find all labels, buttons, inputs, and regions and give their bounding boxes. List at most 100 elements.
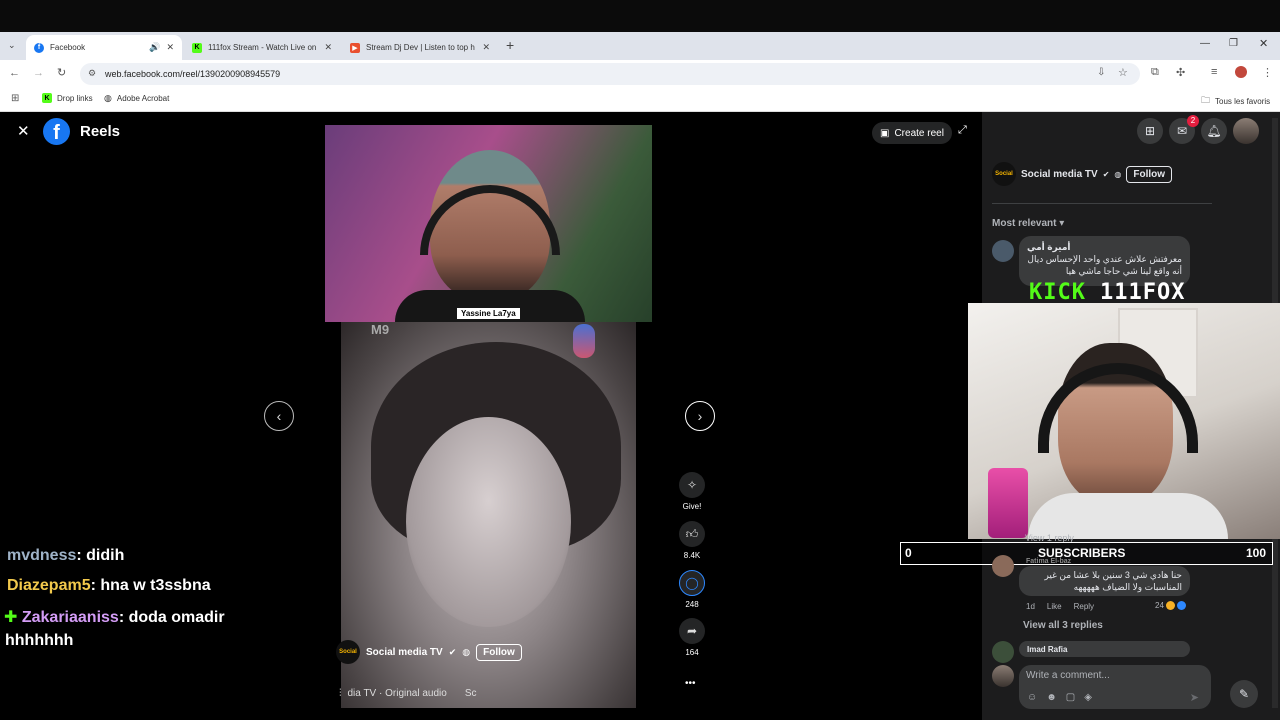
give-star-action[interactable]: ✧ Give! <box>667 472 717 511</box>
page-name[interactable]: Social media TV <box>1021 169 1098 180</box>
close-window-icon[interactable]: ✕ <box>1259 37 1268 50</box>
restore-icon[interactable]: ❐ <box>1229 38 1238 49</box>
like-count: 8.4K <box>683 551 701 560</box>
person-face <box>406 417 571 627</box>
sticker-icon[interactable]: ◈ <box>1084 692 1092 703</box>
install-app-icon[interactable]: ⇩ <box>1097 67 1105 78</box>
reel-icon: ▣ <box>880 127 890 139</box>
chat-text: : didih <box>76 547 125 564</box>
bookmark-drop-links[interactable]: K Drop links <box>42 93 93 103</box>
site-info-icon[interactable]: ⚙ <box>88 68 96 79</box>
comment-bubble: أميرة أمي معرفتش علاش عندي واحد الإحساس … <box>1019 236 1190 286</box>
next-reel-button[interactable]: › <box>685 401 715 431</box>
reload-icon[interactable]: ↻ <box>57 66 66 79</box>
bookmark-star-icon[interactable]: ☆ <box>1118 66 1128 79</box>
tab-title: Facebook <box>50 43 86 52</box>
close-tab-icon[interactable]: ✕ <box>324 42 332 53</box>
new-message-icon[interactable]: ✎ <box>1230 680 1258 708</box>
bookmark-label: Adobe Acrobat <box>116 94 170 103</box>
bookmark-adobe-acrobat[interactable]: ◍ Adobe Acrobat <box>104 93 169 104</box>
comment-icon: ◯ <box>679 570 705 596</box>
kick-favicon-icon: K <box>192 42 202 53</box>
share-action[interactable]: ➦ 164 <box>667 618 717 657</box>
comment-author[interactable]: Imad Rafia <box>1027 645 1067 654</box>
create-reel-button[interactable]: ▣ Create reel <box>872 122 952 144</box>
music-favicon-icon: ▶ <box>350 42 360 53</box>
like-icon: 👍︎ <box>679 521 705 547</box>
reaction-count[interactable]: 24 <box>1155 601 1186 610</box>
chat-username: Diazepam5 <box>7 577 91 594</box>
my-avatar <box>992 665 1014 687</box>
notifications-bell-icon[interactable]: 🔔︎ <box>1201 118 1227 144</box>
view-all-replies-link[interactable]: View all 3 replies <box>1023 620 1103 631</box>
channel-row: Social Social media TV ✔ ◍ Follow <box>336 640 522 664</box>
comment-author[interactable]: Fatima El-baz <box>1026 558 1071 565</box>
laugh-reaction-icon <box>1165 601 1175 610</box>
chat-message: Diazepam5: hna w t3ssbna <box>7 577 211 595</box>
commenter-avatar[interactable] <box>992 555 1014 577</box>
comment-action[interactable]: ◯ 248 <box>667 570 717 609</box>
extension-icon[interactable]: ⧉ <box>1151 66 1159 79</box>
emoji-icon[interactable]: ☻ <box>1046 692 1057 703</box>
tab-111fox[interactable]: K 111fox Stream - Watch Live on ✕ <box>184 35 340 60</box>
all-bookmarks[interactable]: 🗀 Tous les favoris <box>1201 93 1270 109</box>
back-icon[interactable]: ← <box>9 67 20 79</box>
page-header-row: Social Social media TV ✔ ◍ Follow <box>992 162 1173 186</box>
commenter-avatar[interactable] <box>992 641 1014 663</box>
forward-icon[interactable]: → <box>33 67 44 79</box>
like-link[interactable]: Like <box>1047 602 1062 611</box>
profile-icon[interactable] <box>1235 66 1247 78</box>
microphone-icon <box>988 468 1028 538</box>
comment-input[interactable]: Write a comment... <box>1026 670 1110 681</box>
audio-row[interactable]: ⫶ dia TV · Original audio Sc <box>339 688 476 699</box>
fullscreen-icon[interactable]: ⤢ <box>958 124 967 137</box>
subscriber-goal: 100 <box>1246 546 1267 560</box>
sort-dropdown[interactable]: Most relevant ▾ <box>992 218 1064 229</box>
action-label: Give! <box>682 502 702 511</box>
chat-username: mvdness <box>7 547 77 564</box>
gif-icon[interactable]: ▢ <box>1066 692 1075 703</box>
bookmark-label: Drop links <box>57 93 93 103</box>
channel-name[interactable]: Social media TV <box>366 647 443 658</box>
tab-stream-dj-dev[interactable]: ▶ Stream Dj Dev | Listen to top h ✕ <box>342 35 498 60</box>
reaction-number: 24 <box>1155 601 1164 610</box>
avatar-sticker-icon[interactable]: ☺ <box>1027 692 1037 703</box>
comment-author[interactable]: أميرة أمي <box>1027 242 1182 253</box>
chat-text: : doda omadir <box>118 609 225 626</box>
comment-time: 1d <box>1026 602 1035 611</box>
close-tab-icon[interactable]: ✕ <box>482 42 490 53</box>
url-text: web.facebook.com/reel/1390200908945579 <box>105 69 281 79</box>
more-options-icon[interactable]: ••• <box>685 678 696 689</box>
comment-text: معرفتش علاش عندي واحد الإحساس ديال أنه و… <box>1027 254 1182 276</box>
chat-message: ✚ Zakariaaniss: doda omadir <box>4 607 225 627</box>
new-tab-button[interactable]: + <box>506 37 514 53</box>
page-avatar[interactable]: Social <box>992 162 1016 186</box>
audio-icon[interactable]: 🔊 <box>149 42 160 53</box>
url-input[interactable]: web.facebook.com/reel/1390200908945579 <box>80 63 1140 85</box>
commenter-avatar[interactable] <box>992 240 1014 262</box>
account-avatar[interactable] <box>1233 118 1259 144</box>
browser-menu-icon[interactable]: ⋮ <box>1262 66 1273 79</box>
extensions-puzzle-icon[interactable]: ✣ <box>1176 66 1185 79</box>
send-icon[interactable]: ➤ <box>1190 691 1199 704</box>
tab-facebook[interactable]: f Facebook 🔊 ✕ <box>26 35 182 60</box>
tab-list-icon[interactable]: ⌄ <box>8 40 16 51</box>
reel-video[interactable]: M9 Social Social media TV ✔ ◍ Follow ⫶ d… <box>336 322 636 708</box>
reply-link[interactable]: Reply <box>1074 602 1094 611</box>
apps-grid-icon[interactable]: ⊞ <box>11 93 19 104</box>
audio-label: dia TV · Original audio <box>347 688 447 699</box>
channel-avatar[interactable]: Social <box>336 640 360 664</box>
close-tab-icon[interactable]: ✕ <box>166 42 174 53</box>
previous-reel-button[interactable]: ‹ <box>264 401 294 431</box>
write-comment-box[interactable]: Write a comment... ☺ ☻ ▢ ◈ ➤ <box>1019 665 1211 709</box>
follow-button[interactable]: Follow <box>476 643 522 661</box>
media-control-icon[interactable]: ≡ <box>1211 66 1217 78</box>
close-reels-icon[interactable]: ✕ <box>17 122 30 140</box>
subscriber-count: 0 <box>905 546 912 560</box>
page-follow-button[interactable]: Follow <box>1126 165 1173 183</box>
like-action[interactable]: 👍︎ 8.4K <box>667 521 717 560</box>
minimize-icon[interactable]: — <box>1200 38 1210 49</box>
comment-tools: ☺ ☻ ▢ ◈ <box>1027 692 1092 703</box>
menu-grid-icon[interactable]: ⊞ <box>1137 118 1163 144</box>
facebook-logo-icon[interactable]: f <box>43 118 70 145</box>
